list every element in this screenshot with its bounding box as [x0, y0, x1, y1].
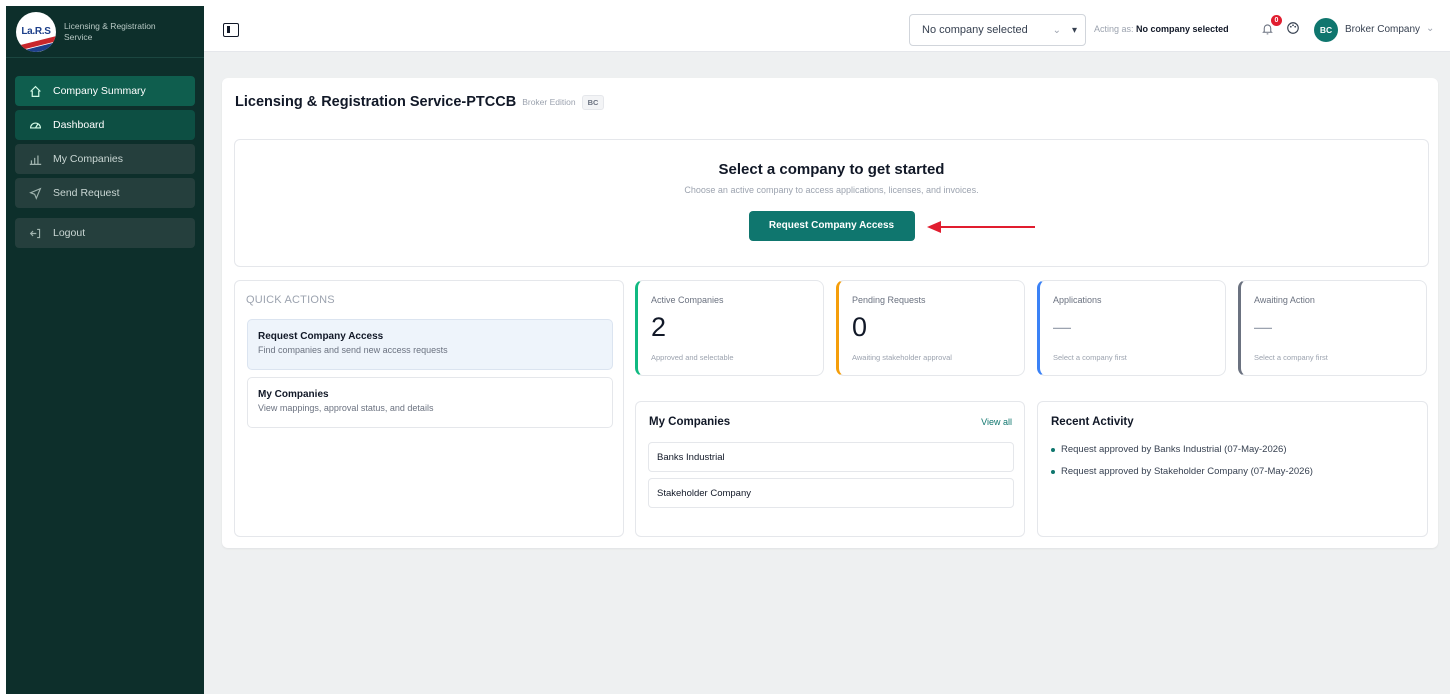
acting-as: Acting as: No company selected — [1094, 24, 1229, 34]
sidebar-nav: Company Summary Dashboard My Companies S… — [6, 58, 204, 248]
recent-activity-title: Recent Activity — [1051, 416, 1134, 428]
recent-activity-panel: Recent Activity Request approved by Bank… — [1037, 401, 1428, 537]
stat-label: Active Companies — [651, 295, 724, 305]
sidebar-item-label: Company Summary — [53, 85, 146, 97]
select-arrow-icon[interactable]: ▾ — [1072, 25, 1077, 36]
activity-text: Request approved by Banks Industrial (07… — [1061, 444, 1287, 455]
sidebar-item-label: My Companies — [53, 153, 124, 165]
sidebar-item-dashboard[interactable]: Dashboard — [15, 110, 195, 140]
edition-label: Broker Edition — [522, 97, 576, 107]
content-card: Licensing & Registration Service-PTCCB B… — [222, 78, 1438, 548]
stat-label: Pending Requests — [852, 295, 926, 305]
company-row[interactable]: Stakeholder Company — [648, 478, 1014, 508]
dashboard-gauge-icon — [27, 117, 43, 133]
stat-subtitle: Select a company first — [1053, 353, 1127, 362]
palette-icon[interactable] — [1286, 21, 1300, 38]
brand-logo-text: La.R.S — [21, 26, 51, 37]
sidebar-item-company-summary[interactable]: Company Summary — [15, 76, 195, 106]
chevron-down-icon[interactable]: ⌄ — [1426, 23, 1434, 34]
bullet-dot-icon — [1051, 447, 1055, 452]
sidebar-item-label: Dashboard — [53, 119, 105, 131]
acting-as-value: No company selected — [1136, 24, 1229, 34]
send-icon — [27, 185, 43, 201]
hero-subtitle: Choose an active company to access appli… — [684, 185, 979, 195]
get-started-panel: Select a company to get started Choose a… — [234, 139, 1429, 267]
sidebar-item-logout[interactable]: Logout — [15, 218, 195, 248]
activity-text: Request approved by Stakeholder Company … — [1061, 466, 1313, 477]
edition-badge: BC — [581, 94, 605, 110]
quick-actions-panel: QUICK ACTIONS Request Company Access Fin… — [234, 280, 624, 537]
stat-subtitle: Select a company first — [1254, 353, 1328, 362]
bar-chart-icon — [27, 151, 43, 167]
stat-label: Awaiting Action — [1254, 295, 1315, 305]
stat-value: — — [1053, 317, 1071, 337]
stat-card-applications[interactable]: Applications — Select a company first — [1037, 280, 1226, 376]
quick-action-title: Request Company Access — [258, 331, 384, 342]
bullet-dot-icon — [1051, 469, 1055, 474]
stat-value: — — [1254, 317, 1272, 337]
main-area: No company selected ⌄ ▾ Acting as: No co… — [204, 6, 1450, 694]
quick-actions-title: QUICK ACTIONS — [246, 294, 335, 306]
sidebar: La.R.S Licensing & Registration Service … — [6, 6, 204, 694]
page-title-text: Licensing & Registration Service-PTCCB — [235, 94, 517, 110]
brand-logo: La.R.S — [16, 11, 56, 52]
hero-title: Select a company to get started — [718, 161, 945, 178]
logout-icon — [27, 225, 43, 241]
chevron-down-icon: ⌄ — [1052, 24, 1061, 36]
home-icon — [27, 83, 43, 99]
stat-value: 0 — [852, 312, 868, 342]
stat-card-pending-requests[interactable]: Pending Requests 0 Awaiting stakeholder … — [836, 280, 1025, 376]
user-name[interactable]: Broker Company — [1345, 24, 1420, 35]
quick-action-subtitle: View mappings, approval status, and deta… — [258, 403, 434, 413]
quick-action-title: My Companies — [258, 389, 329, 400]
sidebar-item-my-companies[interactable]: My Companies — [15, 144, 195, 174]
stat-label: Applications — [1053, 295, 1102, 305]
quick-action-subtitle: Find companies and send new access reque… — [258, 345, 448, 355]
topbar: No company selected ⌄ ▾ Acting as: No co… — [204, 6, 1450, 52]
acting-as-label: Acting as: — [1094, 24, 1134, 34]
view-all-link[interactable]: View all — [981, 417, 1012, 427]
sidebar-item-label: Logout — [53, 227, 86, 239]
page-title: Licensing & Registration Service-PTCCB B… — [235, 94, 605, 110]
stat-subtitle: Awaiting stakeholder approval — [852, 353, 952, 362]
activity-item: Request approved by Stakeholder Company … — [1051, 466, 1313, 477]
quick-action-my-companies[interactable]: My Companies View mappings, approval sta… — [247, 377, 613, 428]
app-window: La.R.S Licensing & Registration Service … — [6, 6, 1450, 694]
stat-value: 2 — [651, 312, 667, 342]
quick-action-request-access[interactable]: Request Company Access Find companies an… — [247, 319, 613, 370]
avatar[interactable]: BC — [1314, 18, 1338, 42]
brand-name: Licensing & Registration Service — [64, 20, 156, 42]
brand[interactable]: La.R.S Licensing & Registration Service — [6, 6, 204, 58]
request-company-access-button[interactable]: Request Company Access — [748, 211, 915, 241]
stat-card-active-companies[interactable]: Active Companies 2 Approved and selectab… — [635, 280, 824, 376]
sidebar-toggle-icon[interactable] — [223, 23, 239, 37]
company-row[interactable]: Banks Industrial — [648, 442, 1014, 472]
my-companies-title: My Companies — [649, 416, 731, 428]
my-companies-panel: My Companies View all Banks Industrial S… — [635, 401, 1025, 537]
stat-card-awaiting-action[interactable]: Awaiting Action — Select a company first — [1238, 280, 1427, 376]
activity-item: Request approved by Banks Industrial (07… — [1051, 444, 1286, 455]
annotation-arrow-icon — [927, 221, 1035, 233]
company-select-value: No company selected — [922, 24, 1028, 36]
sidebar-item-send-request[interactable]: Send Request — [15, 178, 195, 208]
sidebar-item-label: Send Request — [53, 187, 120, 199]
notification-badge: 0 — [1271, 15, 1282, 26]
stat-subtitle: Approved and selectable — [651, 353, 734, 362]
company-select[interactable]: No company selected ⌄ ▾ — [909, 14, 1086, 46]
